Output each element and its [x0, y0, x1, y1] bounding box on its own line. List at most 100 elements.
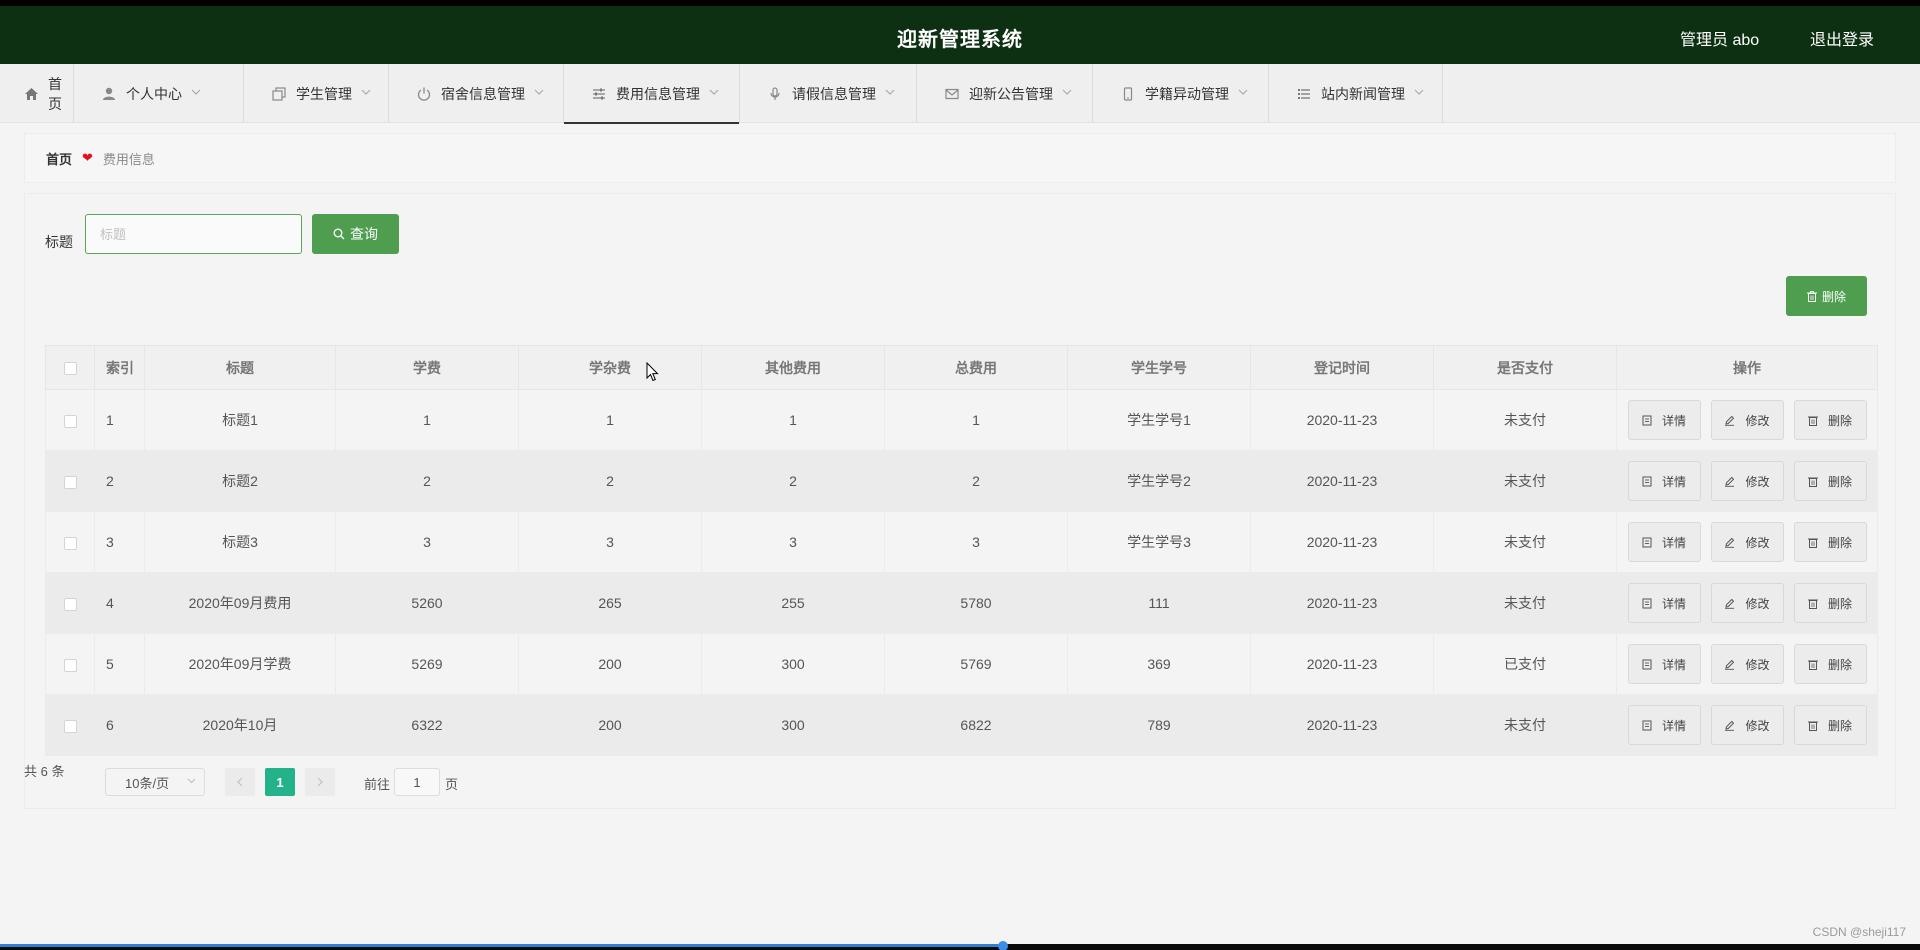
cell-date: 2020-11-23 [1250, 572, 1434, 634]
delete-button[interactable]: 删除 [1793, 522, 1867, 562]
cell-paid: 未支付 [1433, 694, 1617, 756]
row-checkbox[interactable] [63, 719, 77, 733]
column-header: 总费用 [884, 345, 1068, 390]
nav-item-label: 站内新闻管理 [1321, 85, 1405, 102]
nav-item[interactable]: 宿舍信息管理 [389, 64, 564, 123]
edit-button-label: 修改 [1745, 413, 1770, 428]
edit-icon [1724, 537, 1740, 548]
cell-index: 3 [94, 511, 145, 573]
edit-button[interactable]: 修改 [1710, 522, 1784, 562]
nav-item[interactable]: 站内新闻管理 [1269, 64, 1443, 123]
row-checkbox[interactable] [63, 597, 77, 611]
video-progress-handle[interactable] [998, 941, 1008, 950]
chevron-down-icon [191, 89, 201, 99]
row-checkbox[interactable] [63, 536, 77, 550]
row-select-cell [45, 694, 95, 756]
detail-button[interactable]: 详情 [1627, 705, 1701, 745]
cell-paid: 已支付 [1433, 633, 1617, 695]
cell-date: 2020-11-23 [1250, 511, 1434, 573]
title-search-input[interactable] [85, 214, 302, 254]
breadcrumb: 首页 ❤ 费用信息 [24, 133, 1896, 183]
delete-button[interactable]: 删除 [1793, 583, 1867, 623]
table-row: 5 2020年09月学费 5269 200 300 5769 369 2020-11-23 已支… [45, 633, 1878, 695]
row-checkbox[interactable] [63, 475, 77, 489]
chevron-left-icon [237, 777, 243, 787]
logout-link[interactable]: 退出登录 [1810, 26, 1874, 50]
nav-item[interactable]: 学籍异动管理 [1093, 64, 1269, 123]
cell-index: 4 [94, 572, 145, 634]
column-header: 操作 [1616, 345, 1878, 390]
cell-paid: 未支付 [1433, 511, 1617, 573]
query-button[interactable]: 查询 [312, 214, 399, 254]
page-size-select[interactable]: 10条/页 [105, 768, 205, 796]
edit-button[interactable]: 修改 [1710, 705, 1784, 745]
nav-item[interactable]: 首页 [0, 64, 74, 123]
row-checkbox[interactable] [63, 658, 77, 672]
chevron-down-icon [1414, 89, 1424, 99]
trash-icon [1807, 598, 1823, 609]
cell-title: 2020年09月学费 [144, 633, 336, 695]
detail-button[interactable]: 详情 [1627, 461, 1701, 501]
query-button-label: 查询 [350, 226, 378, 242]
nav-item[interactable]: 迎新公告管理 [917, 64, 1093, 123]
cell-misc: 2 [518, 450, 702, 512]
edit-icon [1724, 415, 1740, 426]
table-body: 1 标题1 1 1 1 1 学生学号1 2020-11-23 未支付 详情 修改 删除 2 标题2 2 2 2 2… [45, 389, 1878, 756]
page-number-button[interactable]: 1 [265, 768, 295, 796]
select-all-checkbox[interactable] [63, 362, 77, 376]
detail-button[interactable]: 详情 [1627, 644, 1701, 684]
cell-student-no: 789 [1067, 694, 1251, 756]
edit-button[interactable]: 修改 [1710, 644, 1784, 684]
detail-button[interactable]: 详情 [1627, 400, 1701, 440]
column-header: 登记时间 [1250, 345, 1434, 390]
cell-total: 5769 [884, 633, 1068, 695]
cell-tuition: 3 [335, 511, 519, 573]
row-select-cell [45, 450, 95, 512]
edit-button[interactable]: 修改 [1710, 400, 1784, 440]
delete-button[interactable]: 删除 [1793, 400, 1867, 440]
edit-button-label: 修改 [1745, 718, 1770, 733]
app-title: 迎新管理系统 [897, 29, 1023, 51]
cell-index: 1 [94, 389, 145, 451]
cell-title: 2020年09月费用 [144, 572, 336, 634]
prev-page-button[interactable] [225, 768, 255, 796]
cell-paid: 未支付 [1433, 450, 1617, 512]
nav-item[interactable]: 学生管理 [244, 64, 389, 123]
trash-icon [1807, 537, 1823, 548]
cell-index: 6 [94, 694, 145, 756]
row-checkbox[interactable] [63, 414, 77, 428]
detail-button[interactable]: 详情 [1627, 522, 1701, 562]
goto-page-input[interactable] [394, 768, 440, 796]
nav-item[interactable]: 个人中心 [74, 64, 244, 123]
current-user: 管理员 abo [1680, 32, 1760, 49]
batch-delete-button[interactable]: 删除 [1786, 276, 1867, 316]
mouse-cursor-icon [646, 361, 660, 387]
document-icon [1642, 537, 1657, 548]
chevron-down-icon [361, 89, 371, 99]
edit-button[interactable]: 修改 [1710, 461, 1784, 501]
table-row: 6 2020年10月 6322 200 300 6822 789 2020-11-23 未支付详… [45, 694, 1878, 756]
nav-item[interactable]: 费用信息管理 [564, 64, 740, 124]
nav-item-label: 个人中心 [126, 85, 182, 102]
trash-icon [1807, 659, 1823, 670]
detail-button[interactable]: 详情 [1627, 583, 1701, 623]
delete-button[interactable]: 删除 [1793, 461, 1867, 501]
cell-total: 3 [884, 511, 1068, 573]
nav-item[interactable]: 请假信息管理 [740, 64, 917, 123]
breadcrumb-home[interactable]: 首页 [46, 149, 72, 168]
cell-date: 2020-11-23 [1250, 694, 1434, 756]
table-row: 3 标题3 3 3 3 3 学生学号3 2020-11-23 未支付 详情 修改 删除 [45, 511, 1878, 573]
edit-button[interactable]: 修改 [1710, 583, 1784, 623]
delete-button[interactable]: 删除 [1793, 705, 1867, 745]
detail-button-label: 详情 [1661, 474, 1686, 489]
cell-student-no: 学生学号1 [1067, 389, 1251, 451]
delete-button[interactable]: 删除 [1793, 644, 1867, 684]
detail-button-label: 详情 [1661, 413, 1686, 428]
next-page-button[interactable] [305, 768, 335, 796]
trash-icon [1807, 720, 1823, 731]
cell-misc: 200 [518, 633, 702, 695]
nav-item-label: 宿舍信息管理 [441, 85, 525, 102]
copy-icon [271, 86, 287, 102]
delete-button-label: 删除 [1827, 535, 1852, 550]
detail-button-label: 详情 [1661, 657, 1686, 672]
